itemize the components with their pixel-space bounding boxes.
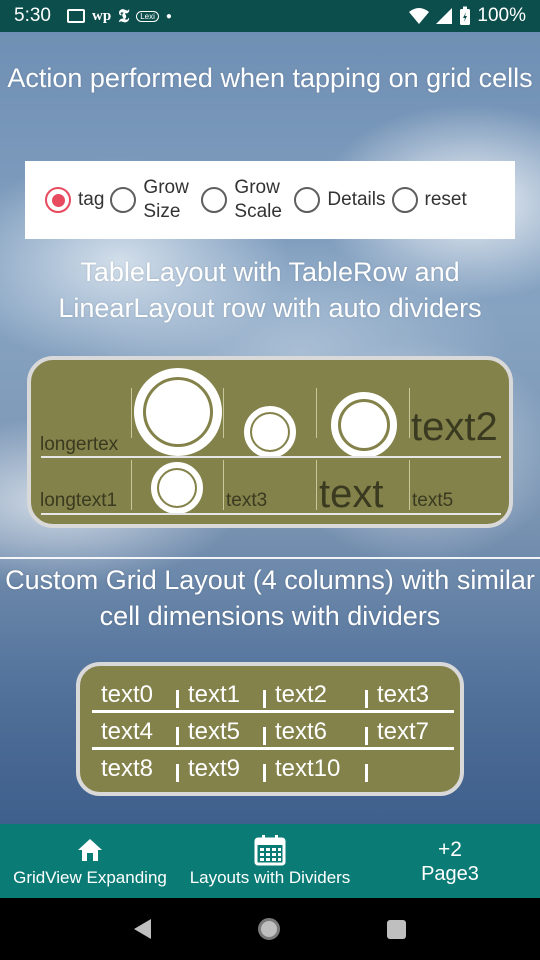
radio-grow-scale[interactable]: Grow Scale xyxy=(201,176,288,224)
grid-cell[interactable]: text2 xyxy=(275,681,327,709)
table-layout-heading: TableLayout with TableRow and LinearLayo… xyxy=(58,257,482,323)
column-divider xyxy=(316,460,317,510)
cell-divider xyxy=(176,764,179,782)
signal-icon xyxy=(436,8,453,24)
grid-cell[interactable]: text8 xyxy=(101,755,153,783)
radio-unchecked-icon[interactable] xyxy=(201,187,228,213)
action-radio-group: tag Grow Size Grow Scale Details reset xyxy=(25,161,515,239)
row-divider xyxy=(41,456,501,458)
radio-label: Grow Scale xyxy=(234,177,282,222)
main-content: Action performed when tapping on grid ce… xyxy=(0,32,540,824)
cell-divider xyxy=(176,690,179,708)
radio-unchecked-icon[interactable] xyxy=(294,187,321,213)
nav-label: Layouts with Dividers xyxy=(189,868,351,887)
cell-divider xyxy=(263,764,266,782)
column-divider xyxy=(316,388,317,438)
action-heading: Action performed when tapping on grid ce… xyxy=(7,63,533,93)
cell-divider xyxy=(365,690,368,708)
radio-label: Grow Size xyxy=(143,177,189,222)
cell-divider xyxy=(365,764,368,782)
home-icon xyxy=(78,839,102,861)
column-divider xyxy=(223,388,224,438)
grid-cell[interactable]: text9 xyxy=(188,755,240,783)
calendar-icon xyxy=(254,835,286,866)
radio-label: Details xyxy=(327,189,386,210)
system-navigation-bar xyxy=(0,898,540,960)
back-icon[interactable] xyxy=(133,919,151,939)
wp-icon: wp xyxy=(91,7,112,24)
table-cell[interactable]: text5 xyxy=(412,490,502,512)
circle-cell-icon[interactable] xyxy=(244,406,296,458)
status-time: 5:30 xyxy=(14,5,51,26)
grid-cell[interactable]: text3 xyxy=(377,681,429,709)
radio-grow-size[interactable]: Grow Size xyxy=(110,176,195,224)
home-button-icon[interactable] xyxy=(257,918,280,940)
nav-badge: +2 xyxy=(438,837,462,861)
row-divider xyxy=(92,710,454,713)
grid-cell[interactable]: text1 xyxy=(188,681,240,709)
cell-divider xyxy=(263,727,266,745)
nav-gridview-expanding[interactable]: GridView Expanding xyxy=(0,824,180,898)
dot-icon: ● xyxy=(165,10,172,22)
nav-layouts-with-dividers[interactable]: Layouts with Dividers xyxy=(180,824,360,898)
grid-cell[interactable]: text6 xyxy=(275,718,327,746)
grid-cell[interactable]: text0 xyxy=(101,681,153,709)
cell-divider xyxy=(176,727,179,745)
row-divider xyxy=(41,513,501,515)
custom-grid-card: text0 text1 text2 text3 text4 text5 text… xyxy=(76,662,464,796)
app-icon: Lexi xyxy=(136,10,159,22)
radio-reset[interactable]: reset xyxy=(391,187,467,213)
table-cell[interactable]: text2 xyxy=(411,404,509,450)
grid-cell[interactable]: text10 xyxy=(275,755,340,783)
circle-cell-icon[interactable] xyxy=(134,368,222,456)
wifi-icon xyxy=(409,8,430,24)
table-cell[interactable]: text3 xyxy=(226,490,314,512)
circle-cell-icon[interactable] xyxy=(151,462,203,514)
table-cell[interactable]: longtext1 xyxy=(40,490,130,512)
column-divider xyxy=(223,460,224,510)
radio-details[interactable]: Details xyxy=(294,187,386,213)
message-icon xyxy=(66,9,85,23)
bottom-navigation: GridView Expanding Layouts with Dividers… xyxy=(0,824,540,898)
section-divider xyxy=(0,557,540,559)
cell-divider xyxy=(365,727,368,745)
table-cell[interactable]: longertex xyxy=(40,434,130,456)
nav-label: Page3 xyxy=(421,862,479,885)
custom-grid-heading: Custom Grid Layout (4 columns) with simi… xyxy=(5,565,535,631)
grid-cell[interactable]: text5 xyxy=(188,718,240,746)
grid-cell[interactable]: text4 xyxy=(101,718,153,746)
column-divider xyxy=(409,460,410,510)
nyt-icon: 𝕿 xyxy=(118,5,130,26)
cell-divider xyxy=(263,690,266,708)
table-layout-card: longertex text2 longtext1 text3 text tex… xyxy=(27,356,513,528)
radio-unchecked-icon[interactable] xyxy=(391,187,418,213)
nav-page3[interactable]: +2 Page3 xyxy=(360,824,540,898)
radio-unchecked-icon[interactable] xyxy=(110,187,137,213)
battery-icon xyxy=(460,6,471,25)
column-divider xyxy=(131,388,132,438)
circle-cell-icon[interactable] xyxy=(331,392,397,458)
nav-label: GridView Expanding xyxy=(13,868,167,887)
radio-checked-icon[interactable] xyxy=(45,187,71,213)
table-cell[interactable]: text xyxy=(319,472,407,516)
battery-percent: 100% xyxy=(477,5,526,26)
radio-label: reset xyxy=(424,189,467,210)
notification-icons: wp 𝕿 Lexi ● xyxy=(66,5,172,27)
radio-label: tag xyxy=(78,189,105,210)
radio-tag[interactable]: tag xyxy=(45,187,104,213)
column-divider xyxy=(131,460,132,510)
grid-cell[interactable]: text7 xyxy=(377,718,429,746)
recents-icon[interactable] xyxy=(387,919,407,939)
row-divider xyxy=(92,747,454,750)
column-divider xyxy=(409,388,410,438)
status-bar: 5:30 wp 𝕿 Lexi ● 100% xyxy=(0,0,540,32)
